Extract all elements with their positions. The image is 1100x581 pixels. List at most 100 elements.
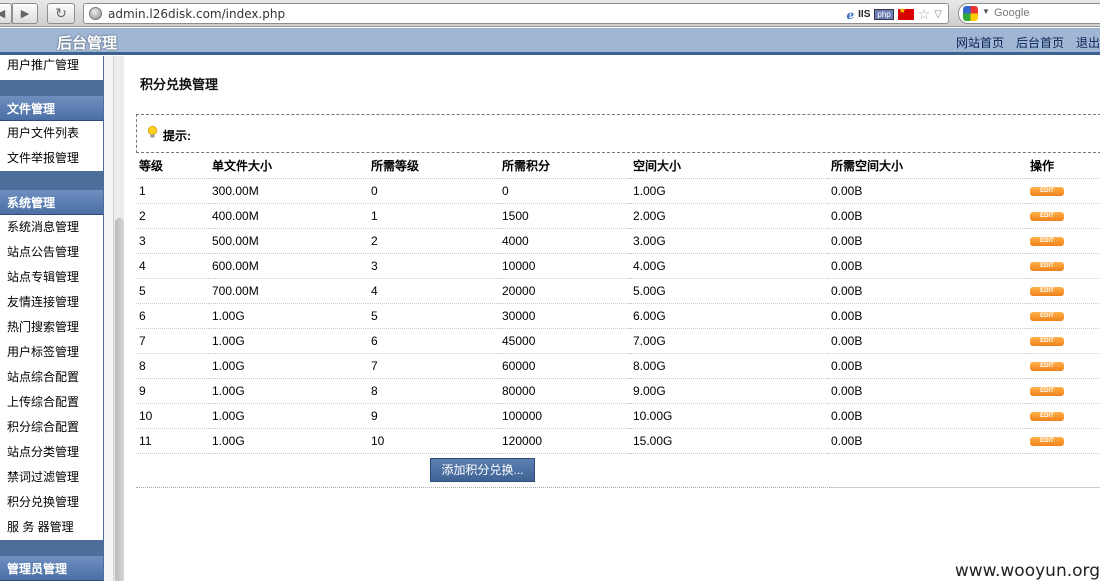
table-cell: 1.00G <box>630 178 828 204</box>
sidebar: 用户推广管理 文件管理 用户文件列表 文件举报管理 系统管理 系统消息管理 站点… <box>0 56 104 581</box>
table-cell: 1.00G <box>209 328 368 354</box>
sidebar-item[interactable]: 服 务 器管理 <box>0 515 103 540</box>
sidebar-item[interactable]: 系统消息管理 <box>0 215 103 240</box>
sidebar-group-title[interactable]: 管理员管理 <box>0 556 103 581</box>
table-cell: 30000 <box>499 303 630 329</box>
table-cell: 60000 <box>499 353 630 379</box>
edit-button[interactable]: EDIT <box>1030 411 1064 421</box>
search-input[interactable]: ▼ Google <box>958 3 1100 24</box>
table-cell: 6 <box>368 328 499 354</box>
edit-button[interactable]: EDIT <box>1030 236 1064 246</box>
sidebar-item[interactable]: 友情连接管理 <box>0 290 103 315</box>
sidebar-scrollbar[interactable] <box>113 56 124 581</box>
iis-icon[interactable]: IIS <box>858 9 870 20</box>
page-title: 积分兑换管理 <box>140 77 219 92</box>
edit-button[interactable]: EDIT <box>1030 186 1064 196</box>
table-cell: 15.00G <box>630 428 828 454</box>
sidebar-group-system: 系统管理 系统消息管理 站点公告管理 站点专辑管理 友情连接管理 热门搜索管理 … <box>0 190 104 540</box>
edit-button[interactable]: EDIT <box>1030 436 1064 446</box>
sidebar-item[interactable]: 文件举报管理 <box>0 146 103 171</box>
php-icon[interactable]: php <box>874 9 894 20</box>
table-cell: 4000 <box>499 228 630 254</box>
table-cell: 3 <box>136 228 209 254</box>
table-cell: 9.00G <box>630 378 828 404</box>
address-bar[interactable]: admin.l26disk.com/index.php ℯ IIS php ☆ … <box>83 3 949 24</box>
table-cell: 0.00B <box>828 303 1027 329</box>
table-cell-action: EDIT <box>1027 328 1100 354</box>
scrollbar-thumb[interactable] <box>115 218 124 581</box>
table-cell: 10000 <box>499 253 630 279</box>
divider <box>830 487 1100 488</box>
search-engine-chevron-icon[interactable]: ▼ <box>982 7 990 16</box>
table-cell: 1.00G <box>209 403 368 429</box>
back-button[interactable]: ◀ <box>0 3 12 24</box>
table-cell-action: EDIT <box>1027 253 1100 279</box>
edit-button[interactable]: EDIT <box>1030 261 1064 271</box>
sidebar-item[interactable]: 积分兑换管理 <box>0 490 103 515</box>
add-exchange-button[interactable]: 添加积分兑换... <box>430 458 535 482</box>
lightbulb-icon <box>147 126 158 138</box>
sidebar-edge <box>104 56 113 581</box>
sidebar-item[interactable]: 用户推广管理 <box>0 56 103 79</box>
sidebar-group-title[interactable]: 系统管理 <box>0 190 103 215</box>
table-cell: 9 <box>368 403 499 429</box>
edit-button[interactable]: EDIT <box>1030 286 1064 296</box>
globe-icon <box>89 7 102 20</box>
edit-button[interactable]: EDIT <box>1030 361 1064 371</box>
reload-button[interactable]: ↻ <box>47 3 75 24</box>
table-cell: 7 <box>136 328 209 354</box>
forward-button[interactable]: ▶ <box>12 3 38 24</box>
top-link-admin-home[interactable]: 后台首页 <box>1016 34 1064 51</box>
sidebar-item[interactable]: 用户标签管理 <box>0 340 103 365</box>
sidebar-group-title[interactable]: 文件管理 <box>0 96 103 121</box>
sidebar-item[interactable]: 站点公告管理 <box>0 240 103 265</box>
china-flag-icon[interactable] <box>897 6 914 20</box>
bookmark-star-icon[interactable]: ☆ <box>918 6 931 23</box>
table-row: 5 700.00M 4 20000 5.00G 0.00B EDIT <box>136 278 1100 304</box>
sidebar-item[interactable]: 热门搜索管理 <box>0 315 103 340</box>
table-cell: 3 <box>368 253 499 279</box>
tip-box: 提示: <box>136 114 1100 153</box>
edit-button[interactable]: EDIT <box>1030 386 1064 396</box>
sidebar-item[interactable]: 上传综合配置 <box>0 390 103 415</box>
column-header: 单文件大小 <box>209 153 368 179</box>
sidebar-item[interactable]: 禁词过滤管理 <box>0 465 103 490</box>
table-cell: 400.00M <box>209 203 368 229</box>
table-cell-action: EDIT <box>1027 178 1100 204</box>
table-cell: 11 <box>136 428 209 454</box>
top-link-site-home[interactable]: 网站首页 <box>956 34 1004 51</box>
table-cell: 10.00G <box>630 403 828 429</box>
search-placeholder: Google <box>994 7 1030 19</box>
forward-arrow-icon: ▶ <box>20 8 30 20</box>
sidebar-item[interactable]: 站点专辑管理 <box>0 265 103 290</box>
table-cell-action: EDIT <box>1027 353 1100 379</box>
edit-button[interactable]: EDIT <box>1030 211 1064 221</box>
table-row: 7 1.00G 6 45000 7.00G 0.00B EDIT <box>136 328 1100 354</box>
table-cell: 5 <box>368 303 499 329</box>
table-cell: 0.00B <box>828 328 1027 354</box>
sidebar-item[interactable]: 积分综合配置 <box>0 415 103 440</box>
table-row: 3 500.00M 2 4000 3.00G 0.00B EDIT <box>136 228 1100 254</box>
table-cell: 7.00G <box>630 328 828 354</box>
table-cell: 1.00G <box>209 428 368 454</box>
ie-tab-icon[interactable]: ℯ <box>847 8 855 22</box>
table-cell: 6 <box>136 303 209 329</box>
table-cell: 0.00B <box>828 228 1027 254</box>
table-cell: 20000 <box>499 278 630 304</box>
url-text: admin.l26disk.com/index.php <box>108 7 286 21</box>
edit-button[interactable]: EDIT <box>1030 311 1064 321</box>
back-arrow-icon: ◀ <box>0 8 6 20</box>
top-link-logout[interactable]: 退出 <box>1076 34 1100 51</box>
sidebar-item[interactable]: 用户文件列表 <box>0 121 103 146</box>
sidebar-item[interactable]: 站点分类管理 <box>0 440 103 465</box>
table-cell-action: EDIT <box>1027 203 1100 229</box>
sidebar-item[interactable]: 站点综合配置 <box>0 365 103 390</box>
column-header: 等级 <box>136 153 209 179</box>
sidebar-group-top: 用户推广管理 <box>0 56 104 80</box>
chevron-down-icon[interactable]: ▽ <box>934 9 942 20</box>
app-window: ◀ ▶ ↻ admin.l26disk.com/index.php ℯ IIS … <box>0 0 1100 581</box>
edit-button[interactable]: EDIT <box>1030 336 1064 346</box>
table-cell: 5.00G <box>630 278 828 304</box>
